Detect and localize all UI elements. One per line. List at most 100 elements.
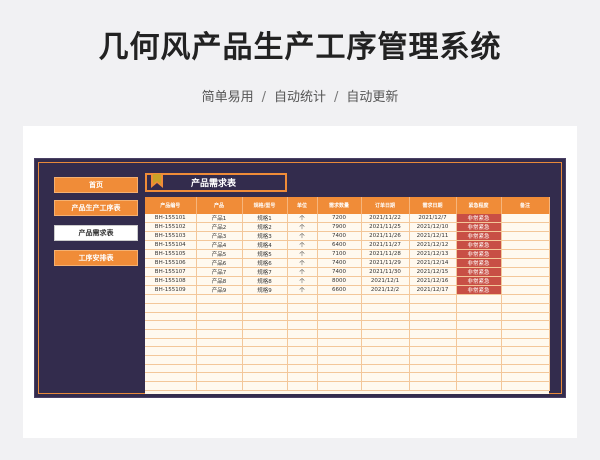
table-cell[interactable] bbox=[145, 320, 197, 330]
table-cell[interactable]: 7900 bbox=[317, 222, 362, 233]
table-row[interactable]: BH-155107 产品7 规格7 个 7400 2021/11/30 2021/12/15… bbox=[145, 267, 550, 278]
table-cell[interactable] bbox=[409, 303, 457, 313]
sidebar-item-product-demand[interactable]: 产品需求表 bbox=[54, 225, 138, 241]
table-cell[interactable] bbox=[409, 364, 457, 374]
table-cell[interactable] bbox=[317, 329, 362, 339]
table-cell[interactable] bbox=[361, 364, 410, 374]
table-cell[interactable]: 非常紧急 bbox=[456, 240, 502, 251]
table-cell[interactable] bbox=[456, 329, 502, 339]
table-cell[interactable]: 2021/12/7 bbox=[409, 214, 457, 224]
table-cell[interactable]: 2021/12/14 bbox=[409, 258, 457, 269]
table-cell[interactable] bbox=[317, 381, 362, 391]
table-row-empty[interactable] bbox=[145, 338, 550, 348]
table-cell[interactable]: 2021/11/25 bbox=[361, 222, 410, 233]
table-row-empty[interactable] bbox=[145, 355, 550, 365]
table-row[interactable]: BH-155105 产品5 规格5 个 7100 2021/11/28 2021/12/13… bbox=[145, 249, 550, 260]
table-cell[interactable] bbox=[361, 355, 410, 365]
table-cell[interactable]: 6600 bbox=[317, 285, 362, 296]
table-cell[interactable] bbox=[409, 294, 457, 304]
table-row[interactable]: BH-155102 产品2 规格2 个 7900 2021/11/25 2021/12/10… bbox=[145, 222, 550, 233]
column-header[interactable]: 订单日期 bbox=[361, 197, 410, 214]
table-cell[interactable]: 产品9 bbox=[196, 285, 243, 296]
table-cell[interactable] bbox=[361, 312, 410, 322]
table-row-empty[interactable] bbox=[145, 346, 550, 356]
table-cell[interactable]: 2021/11/28 bbox=[361, 249, 410, 260]
table-cell[interactable] bbox=[456, 381, 502, 391]
table-cell[interactable]: BH-155106 bbox=[145, 258, 197, 269]
table-cell[interactable]: 产品7 bbox=[196, 267, 243, 278]
table-cell[interactable]: 规格8 bbox=[242, 276, 288, 287]
table-cell[interactable]: 非常紧急 bbox=[456, 267, 502, 278]
table-cell[interactable] bbox=[145, 294, 197, 304]
table-cell[interactable] bbox=[361, 320, 410, 330]
table-cell[interactable] bbox=[317, 338, 362, 348]
table-cell[interactable] bbox=[456, 320, 502, 330]
table-cell[interactable] bbox=[361, 346, 410, 356]
table-cell[interactable] bbox=[196, 320, 243, 330]
table-cell[interactable] bbox=[501, 285, 550, 296]
table-row[interactable]: BH-155106 产品6 规格6 个 7400 2021/11/29 2021/12/14… bbox=[145, 258, 550, 269]
table-cell[interactable] bbox=[501, 320, 550, 330]
table-cell[interactable] bbox=[456, 364, 502, 374]
table-cell[interactable]: 产品8 bbox=[196, 276, 243, 287]
table-row[interactable]: BH-155103 产品3 规格3 个 7400 2021/11/26 2021/12/11… bbox=[145, 231, 550, 242]
table-cell[interactable] bbox=[501, 214, 550, 224]
table-cell[interactable]: 2021/12/10 bbox=[409, 222, 457, 233]
table-cell[interactable] bbox=[456, 355, 502, 365]
table-cell[interactable] bbox=[287, 294, 318, 304]
table-cell[interactable] bbox=[317, 312, 362, 322]
table-row[interactable]: BH-155104 产品4 规格4 个 6400 2021/11/27 2021/12/12… bbox=[145, 240, 550, 251]
table-cell[interactable] bbox=[409, 355, 457, 365]
table-cell[interactable] bbox=[242, 364, 288, 374]
table-cell[interactable] bbox=[145, 381, 197, 391]
table-cell[interactable] bbox=[361, 329, 410, 339]
table-cell[interactable]: 规格3 bbox=[242, 231, 288, 242]
table-cell[interactable]: 个 bbox=[287, 276, 318, 287]
table-cell[interactable] bbox=[145, 329, 197, 339]
table-cell[interactable] bbox=[317, 355, 362, 365]
table-cell[interactable]: 2021/12/2 bbox=[361, 285, 410, 296]
table-cell[interactable]: 非常紧急 bbox=[456, 285, 502, 296]
table-cell[interactable] bbox=[196, 303, 243, 313]
table-cell[interactable]: 非常紧急 bbox=[456, 249, 502, 260]
table-cell[interactable] bbox=[501, 381, 550, 391]
table-cell[interactable]: BH-155104 bbox=[145, 240, 197, 251]
sidebar-item-home[interactable]: 首页 bbox=[54, 177, 138, 193]
table-cell[interactable] bbox=[501, 303, 550, 313]
table-cell[interactable] bbox=[196, 312, 243, 322]
table-cell[interactable] bbox=[317, 372, 362, 383]
column-header[interactable]: 需求数量 bbox=[317, 197, 362, 214]
table-cell[interactable] bbox=[287, 303, 318, 313]
table-cell[interactable]: 个 bbox=[287, 267, 318, 278]
table-cell[interactable]: 个 bbox=[287, 285, 318, 296]
table-cell[interactable] bbox=[242, 320, 288, 330]
table-cell[interactable]: 个 bbox=[287, 249, 318, 260]
table-cell[interactable] bbox=[145, 372, 197, 383]
table-cell[interactable] bbox=[242, 312, 288, 322]
table-cell[interactable] bbox=[456, 312, 502, 322]
table-row-empty[interactable] bbox=[145, 372, 550, 383]
table-cell[interactable] bbox=[287, 346, 318, 356]
table-cell[interactable]: 非常紧急 bbox=[456, 214, 502, 224]
table-cell[interactable]: 产品2 bbox=[196, 222, 243, 233]
table-cell[interactable] bbox=[361, 381, 410, 391]
column-header[interactable]: 紧急程度 bbox=[456, 197, 502, 214]
table-cell[interactable] bbox=[409, 346, 457, 356]
table-cell[interactable] bbox=[501, 355, 550, 365]
table-cell[interactable] bbox=[145, 303, 197, 313]
table-cell[interactable] bbox=[287, 355, 318, 365]
table-cell[interactable] bbox=[287, 364, 318, 374]
table-cell[interactable] bbox=[456, 372, 502, 383]
table-row-empty[interactable] bbox=[145, 364, 550, 374]
table-cell[interactable] bbox=[501, 346, 550, 356]
table-cell[interactable] bbox=[456, 338, 502, 348]
table-cell[interactable] bbox=[242, 381, 288, 391]
table-cell[interactable] bbox=[501, 372, 550, 383]
table-cell[interactable]: 2021/11/22 bbox=[361, 214, 410, 224]
column-header[interactable]: 产品编号 bbox=[145, 197, 197, 214]
table-cell[interactable] bbox=[145, 355, 197, 365]
table-row[interactable]: BH-155101 产品1 规格1 个 7200 2021/11/22 2021/12/7 非… bbox=[145, 214, 550, 224]
column-header[interactable]: 规格/型号 bbox=[242, 197, 288, 214]
table-cell[interactable]: BH-155101 bbox=[145, 214, 197, 224]
table-cell[interactable] bbox=[196, 346, 243, 356]
